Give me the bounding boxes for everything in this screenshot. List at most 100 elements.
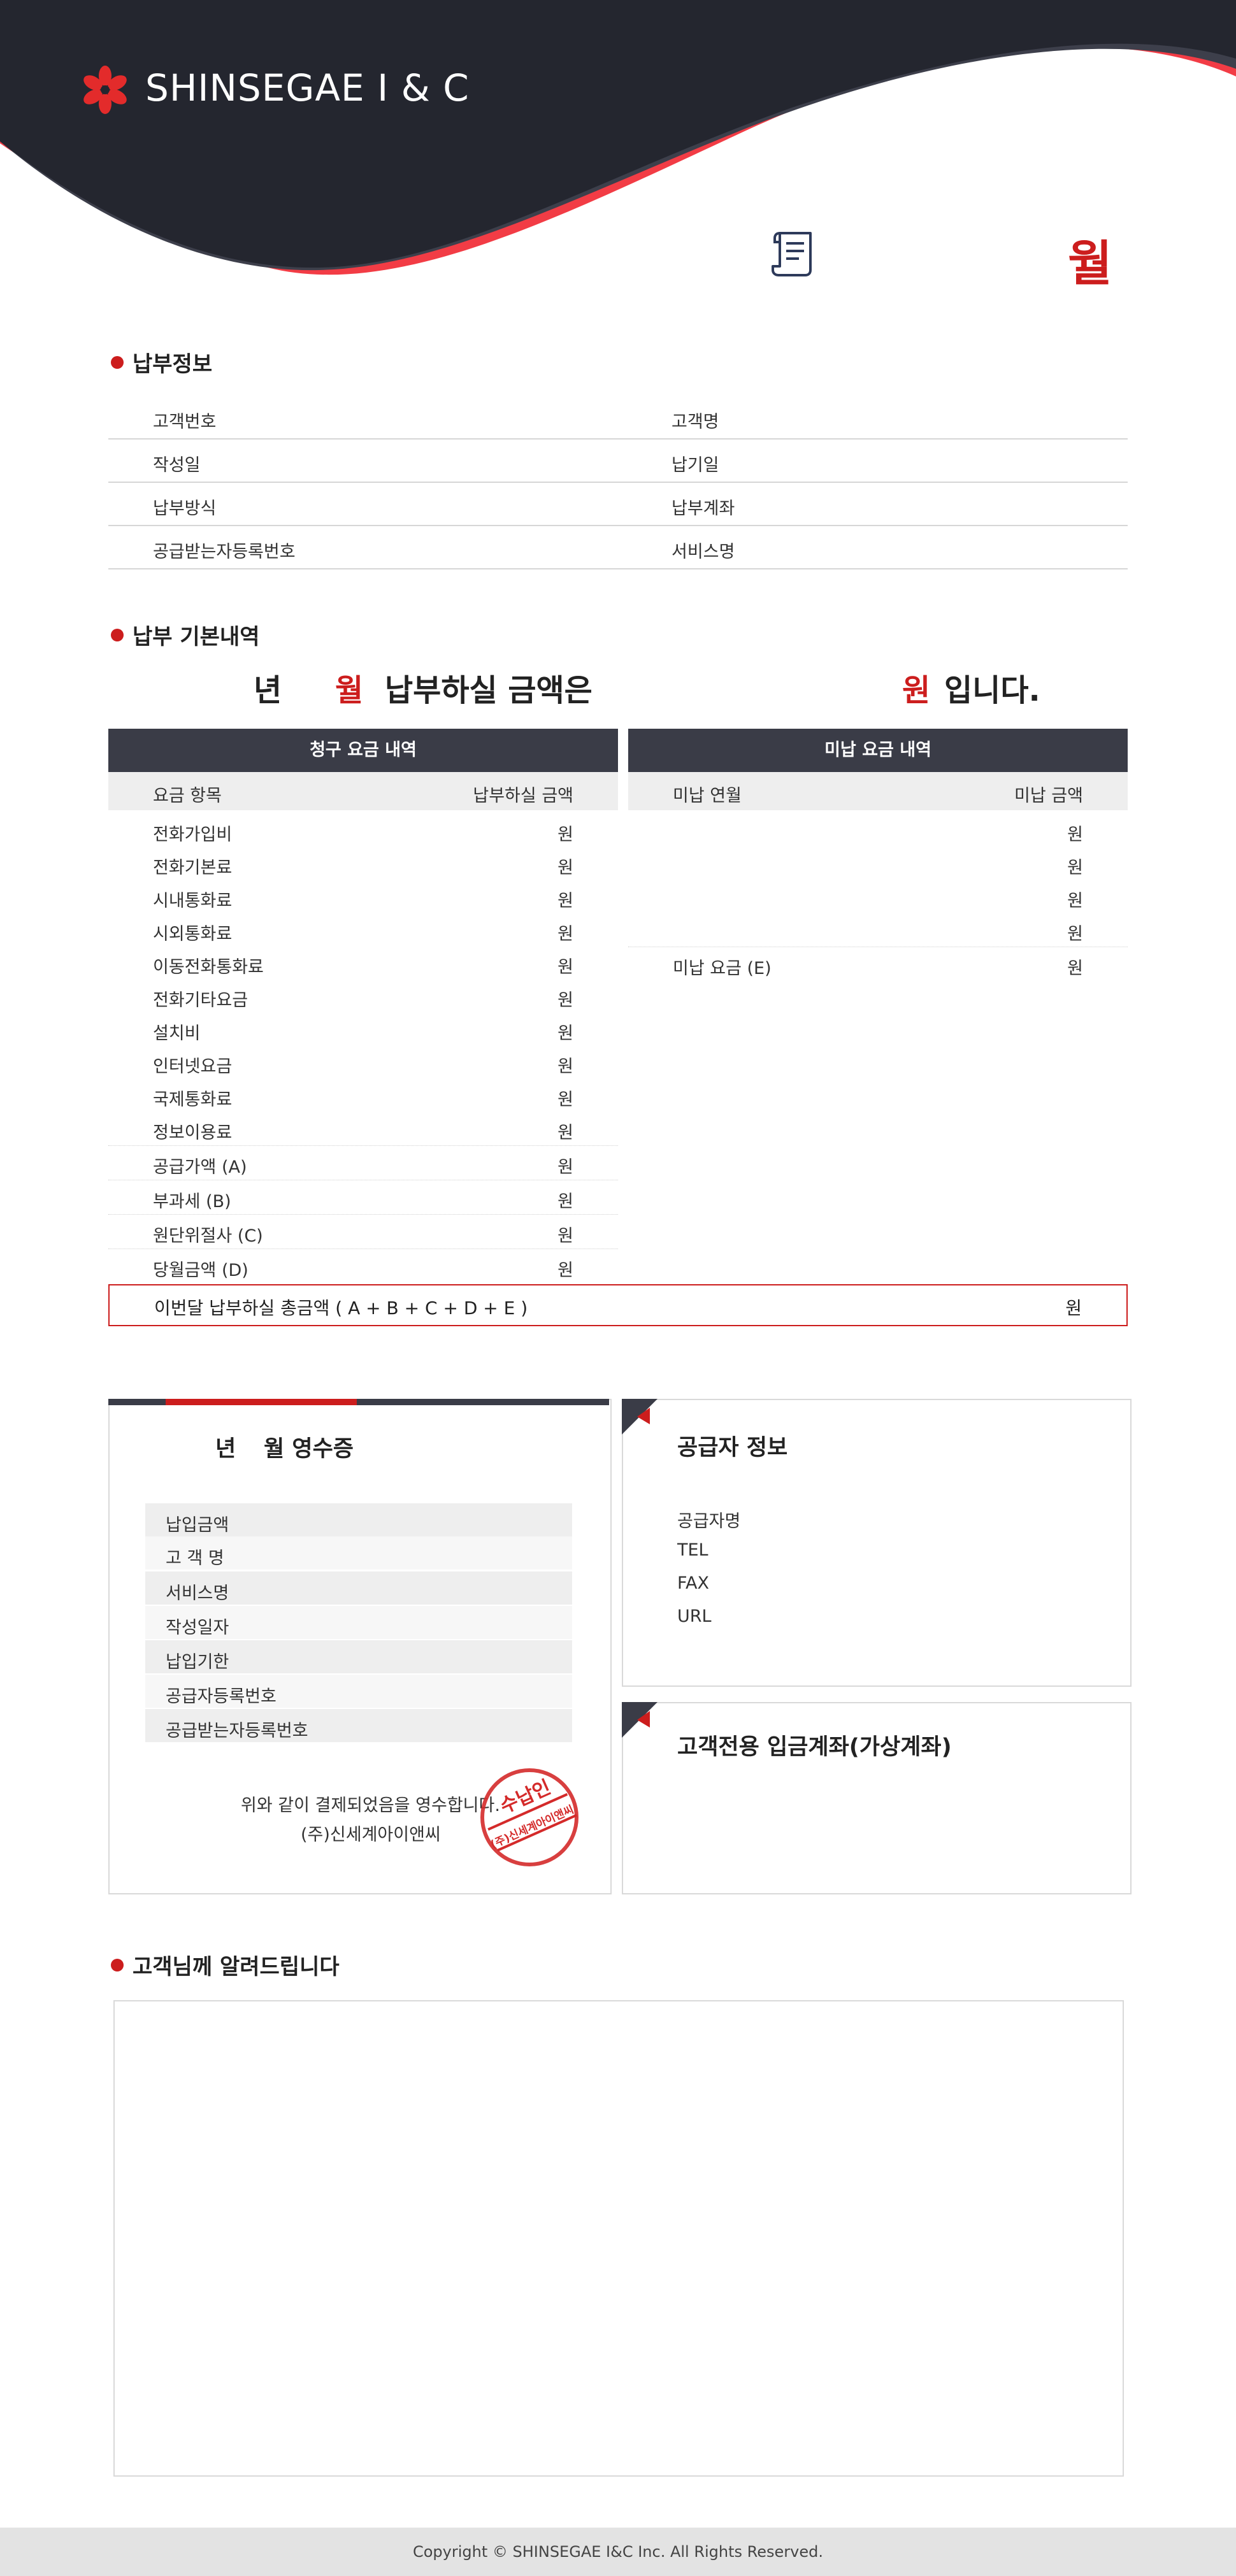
grand-total-unit: 원 xyxy=(1065,1298,1082,1319)
row-unit: 원 xyxy=(557,957,573,977)
notice-title: 고객님께 알려드립니다 xyxy=(111,1949,340,1980)
table-row: 원 xyxy=(628,847,1128,880)
row-unit: 원 xyxy=(557,825,573,845)
receipt-row-label: 공급받는자등록번호 xyxy=(166,1721,308,1741)
row-label: 이동전화통화료 xyxy=(153,957,264,977)
receipt-row: 고 객 명 xyxy=(145,1536,572,1570)
receipt-row: 공급자등록번호 xyxy=(145,1675,572,1708)
info-label: 서비스명 xyxy=(672,542,735,562)
table-row: 공급가액 (A) 원 xyxy=(108,1147,618,1180)
table-row: 시내통화료 원 xyxy=(108,880,618,913)
info-row: 고객번호 고객명 xyxy=(108,396,1128,440)
virtual-account-title: 고객전용 입금계좌(가상계좌) xyxy=(677,1735,952,1760)
supplier-row-label: FAX xyxy=(677,1573,710,1593)
supplier-corner-icon xyxy=(622,1399,658,1435)
unpaid-header: 미납 요금 내역 xyxy=(628,729,1128,772)
table-row: 원 xyxy=(628,913,1128,947)
table-row: 설치비 원 xyxy=(108,1013,618,1046)
receipt-row: 납입금액 xyxy=(145,1503,572,1536)
receipt-confirm-text: 위와 같이 결제되었음을 영수합니다. xyxy=(241,1796,500,1815)
receipt-row: 납입기한 xyxy=(145,1640,572,1673)
receipt-top-accent xyxy=(166,1399,357,1405)
payment-info-table: 고객번호 고객명 작성일 납기일 납부방식 납부계좌 공급받는자등록번호 서비스명 xyxy=(108,396,1128,569)
row-unit: 원 xyxy=(557,1024,573,1043)
table-row: 전화가입비 원 xyxy=(108,814,618,847)
row-unit: 원 xyxy=(1067,924,1083,944)
info-label: 작성일 xyxy=(153,455,201,475)
receipt-row: 서비스명 xyxy=(145,1571,572,1605)
row-label: 부과세 (B) xyxy=(153,1192,231,1212)
table-row: 전화기본료 원 xyxy=(108,847,618,880)
row-unit: 원 xyxy=(557,1226,573,1246)
table-row: 국제통화료 원 xyxy=(108,1079,618,1112)
billing-header: 청구 요금 내역 xyxy=(108,729,618,772)
row-label: 정보이용료 xyxy=(153,1123,233,1143)
receipt-row-label: 작성일자 xyxy=(166,1618,229,1638)
virtual-account-corner-icon xyxy=(622,1702,658,1738)
row-label: 시내통화료 xyxy=(153,891,233,911)
grand-total-row: 이번달 납부하실 총금액 ( A + B + C + D + E ) 원 xyxy=(108,1284,1128,1326)
info-label: 납기일 xyxy=(672,455,719,475)
row-label: 전화기타요금 xyxy=(153,991,248,1010)
col-amount-label: 납부하실 금액 xyxy=(473,786,573,806)
row-label: 인터넷요금 xyxy=(153,1057,233,1077)
row-unit: 원 xyxy=(1067,959,1083,978)
receipt-row-label: 납입금액 xyxy=(166,1515,229,1535)
notice-box xyxy=(113,2000,1124,2477)
brand-name: SHINSEGAE I & C xyxy=(145,66,470,110)
header-banner xyxy=(0,0,1236,280)
info-label: 납부방식 xyxy=(153,499,217,519)
info-label: 납부계좌 xyxy=(672,499,735,519)
receipt-row: 작성일자 xyxy=(145,1606,572,1639)
table-row: 원단위절사 (C) 원 xyxy=(108,1215,618,1249)
row-unit: 원 xyxy=(557,1090,573,1110)
row-unit: 원 xyxy=(557,991,573,1010)
unpaid-column-header: 미납 연월 미납 금액 xyxy=(628,772,1128,810)
row-label: 전화기본료 xyxy=(153,858,233,878)
receipt-year: 년 xyxy=(215,1436,236,1462)
supplier-title: 공급자 정보 xyxy=(677,1435,788,1461)
row-unit: 원 xyxy=(1067,825,1083,845)
receipt-row-label: 서비스명 xyxy=(166,1584,229,1603)
row-label: 공급가액 (A) xyxy=(153,1157,247,1177)
table-row: 시외통화료 원 xyxy=(108,913,618,947)
supplier-row-label: TEL xyxy=(677,1540,708,1560)
info-row: 공급받는자등록번호 서비스명 xyxy=(108,526,1128,569)
row-label: 미납 요금 (E) xyxy=(673,959,772,978)
info-row: 작성일 납기일 xyxy=(108,440,1128,483)
row-unit: 원 xyxy=(557,924,573,944)
row-label: 설치비 xyxy=(153,1024,201,1043)
grand-total-label: 이번달 납부하실 총금액 ( A + B + C + D + E ) xyxy=(154,1298,528,1319)
row-unit: 원 xyxy=(557,891,573,911)
table-row: 부과세 (B) 원 xyxy=(108,1181,618,1215)
payment-info-title: 납부정보 xyxy=(111,347,212,378)
table-row: 이동전화통화료 원 xyxy=(108,947,618,980)
row-label: 원단위절사 (C) xyxy=(153,1226,263,1246)
row-unit: 원 xyxy=(557,1123,573,1143)
receipt-title: 월 영수증 xyxy=(264,1436,354,1462)
summary-month: 월 xyxy=(335,673,364,708)
footer-copyright: Copyright © SHINSEGAE I&C Inc. All Right… xyxy=(0,2528,1236,2576)
row-unit: 원 xyxy=(1067,858,1083,878)
info-label: 고객번호 xyxy=(153,412,217,432)
summary-won: 원 xyxy=(902,673,931,708)
info-row: 납부방식 납부계좌 xyxy=(108,483,1128,526)
receipt-row-label: 고 객 명 xyxy=(166,1549,224,1568)
table-row: 원 xyxy=(628,880,1128,913)
basic-details-title: 납부 기본내역 xyxy=(111,619,260,650)
row-unit: 원 xyxy=(557,1261,573,1280)
row-unit: 원 xyxy=(557,1157,573,1177)
table-row-current-month: 당월금액 (D) 원 xyxy=(108,1250,618,1283)
row-unit: 원 xyxy=(557,1192,573,1212)
summary-year: 년 xyxy=(254,673,282,708)
col-unpaid-amount-label: 미납 금액 xyxy=(1014,786,1083,806)
table-row: 전화기타요금 원 xyxy=(108,980,618,1013)
row-label: 국제통화료 xyxy=(153,1090,233,1110)
unpaid-total-row: 미납 요금 (E) 원 xyxy=(628,948,1128,981)
row-unit: 원 xyxy=(557,1057,573,1077)
row-label: 전화가입비 xyxy=(153,825,233,845)
row-unit: 원 xyxy=(1067,891,1083,911)
col-item-label: 요금 항목 xyxy=(153,786,222,806)
payment-summary: 년 월 납부하실 금액은 원 입니다. xyxy=(108,665,1128,710)
supplier-row-label: URL xyxy=(677,1606,712,1626)
